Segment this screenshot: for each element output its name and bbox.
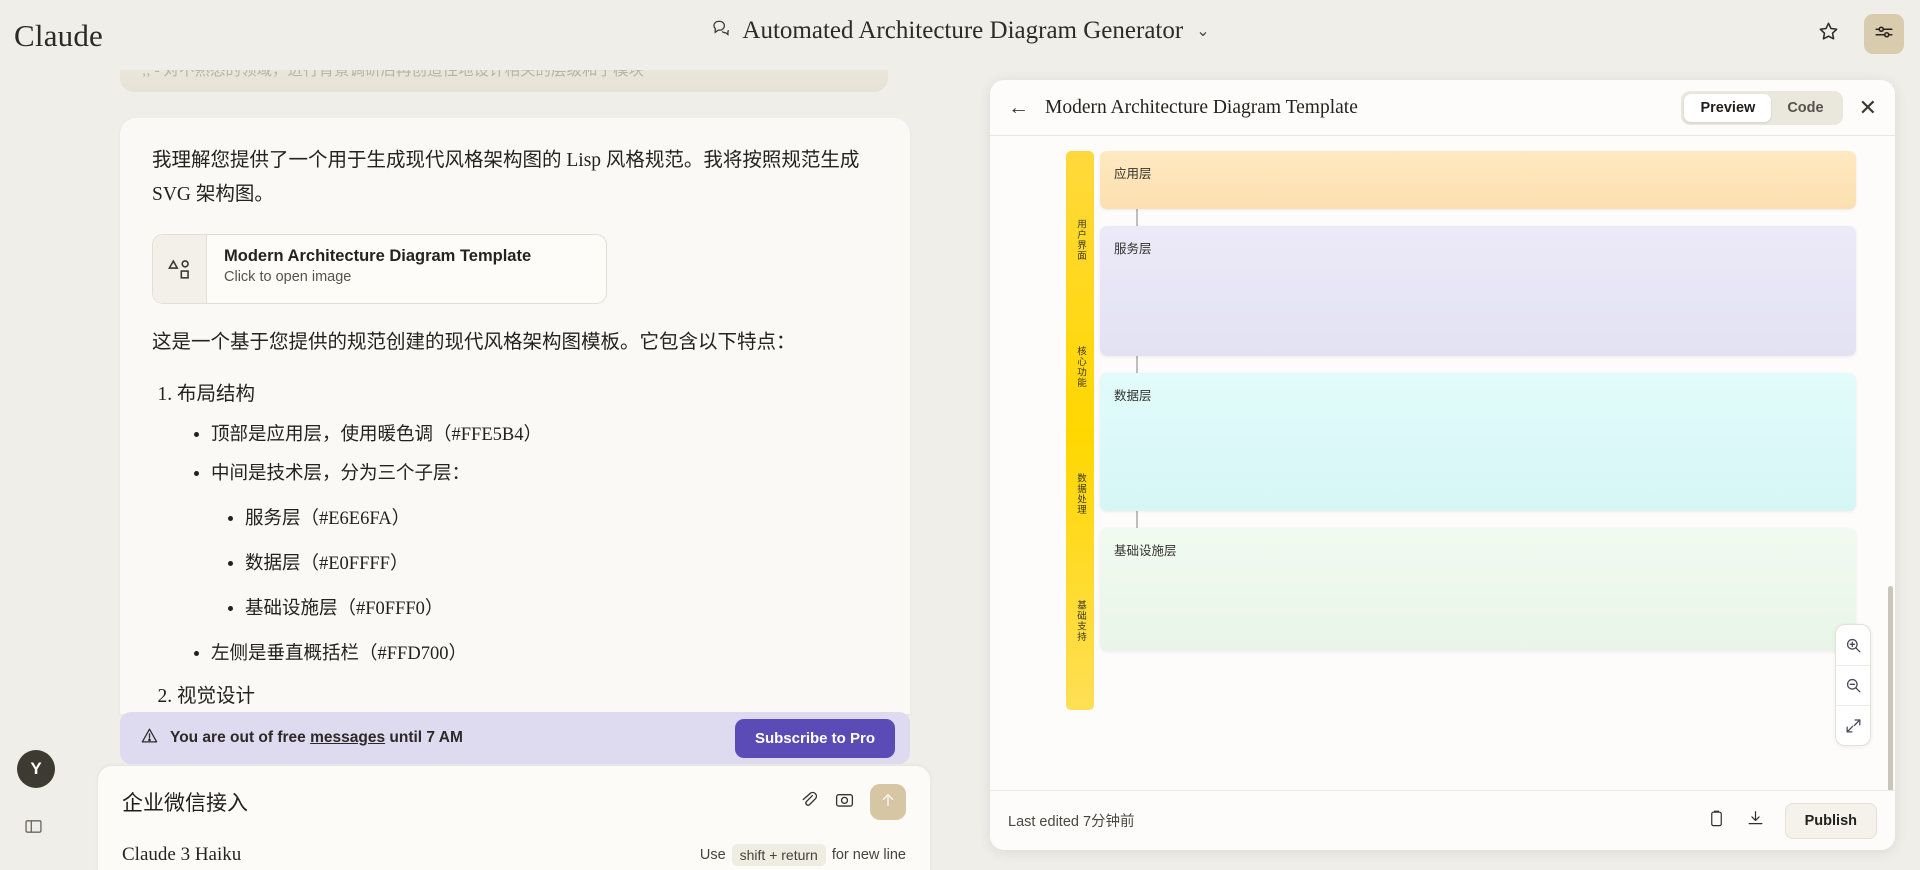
banner-text-after: until 7 AM [385,729,463,746]
message-composer[interactable]: 企业微信接入 Claude 3 Haiku Use shift + return… [98,766,930,870]
layer-label: 服务层 [1114,242,1152,256]
model-selector[interactable]: Claude 3 Haiku [122,844,241,866]
diagram-layers: 应用层 服务层 数据层 基础设施层 [1100,151,1856,710]
section-heading: 视觉设计 [177,686,256,707]
download-icon[interactable] [1746,809,1765,833]
avatar[interactable]: Y [17,750,55,788]
app-root: Claude Automated Architecture Diagram Ge… [0,0,1920,870]
assistant-message-card: 我理解您提供了一个用于生成现代风格架构图的 Lisp 风格规范。我将按照规范生成… [120,118,910,714]
list-item: 服务层（#E6E6FA） [245,505,878,533]
favorite-button[interactable] [1808,14,1848,54]
attachment-title: Modern Architecture Diagram Template [224,247,532,265]
camera-icon[interactable] [834,789,855,815]
diagram-layer-data: 数据层 [1100,373,1856,511]
conversation-column: ;; - 对不熟悉的领域，进行背景调研后再创造性地设计相关的层级和子模块 我理解… [0,0,985,870]
composer-actions [798,784,906,820]
top-right-actions [1808,14,1904,54]
composer-input-row: 企业微信接入 [122,784,906,820]
sidebar-toggle-icon[interactable] [23,816,44,842]
arrow-up-icon [879,791,897,814]
sub-sublist: 服务层（#E6E6FA） 数据层（#E0FFFF） 基础设施层（#F0FFF0） [211,505,878,623]
artifact-footer-actions: Publish [1707,802,1877,839]
assistant-lead-text: 这是一个基于您提供的规范创建的现代风格架构图模板。它包含以下特点： [152,332,796,353]
diagram-layer-infrastructure: 基础设施层 [1100,528,1856,651]
publish-button[interactable]: Publish [1784,802,1877,839]
layer-label: 基础设施层 [1114,544,1177,558]
close-icon[interactable]: ✕ [1859,95,1877,121]
diagram-layer-application: 应用层 [1100,151,1856,209]
expand-icon[interactable] [1836,705,1870,745]
artifact-attachment-card[interactable]: Modern Architecture Diagram Template Cli… [152,234,607,304]
diagram-wrapper: 用户界面 核心功能 数据处理 基础支持 应用层 服务层 数据层 基础设施层 [1066,151,1856,710]
chevron-down-icon: ⌄ [1196,23,1210,40]
tab-preview[interactable]: Preview [1684,93,1772,122]
banner-text-before: You are out of free [170,729,311,746]
sidebar-label: 核心功能 [1075,346,1086,389]
tab-code[interactable]: Code [1771,94,1839,122]
list-item: 中间是技术层，分为三个子层： 服务层（#E6E6FA） 数据层（#E0FFFF）… [211,460,878,623]
newline-hint: Use shift + return for new line [700,844,906,866]
sliders-icon [1873,21,1895,48]
section-heading: 布局结构 [177,384,256,405]
shapes-icon [153,235,207,303]
assistant-intro-text: 我理解您提供了一个用于生成现代风格架构图的 Lisp 风格规范。我将按照规范生成… [152,150,860,205]
hint-before: Use [699,847,726,863]
sidebar-label: 数据处理 [1075,472,1086,515]
warning-triangle-icon [140,726,159,750]
star-icon [1817,20,1840,48]
conversation-title[interactable]: Automated Architecture Diagram Generator… [710,17,1210,45]
composer-footer-row: Claude 3 Haiku Use shift + return for ne… [122,844,906,866]
zoom-out-icon[interactable] [1836,665,1870,705]
hint-after: for new line [831,847,906,863]
architecture-diagram: 用户界面 核心功能 数据处理 基础支持 应用层 服务层 数据层 基础设施层 [1066,151,1856,710]
subscribe-to-pro-button[interactable]: Subscribe to Pro [734,718,895,758]
diagram-layer-service: 服务层 [1100,226,1856,356]
view-mode-toggle: Preview Code [1681,90,1843,125]
list-item: 视觉设计 使用渐变效果增加层次感 添加轻微阴影提升现代感 [177,682,878,714]
feature-list: 布局结构 顶部是应用层，使用暖色调（#FFE5B4） 中间是技术层，分为三个子层… [152,380,878,714]
clipboard-icon[interactable] [1707,809,1726,833]
artifact-panel: ← Modern Architecture Diagram Template P… [990,80,1895,850]
layer-connector [1136,209,1138,226]
artifact-header: ← Modern Architecture Diagram Template P… [990,80,1895,136]
list-item: 布局结构 顶部是应用层，使用暖色调（#FFE5B4） 中间是技术层，分为三个子层… [177,380,878,668]
diagram-sidebar-bar: 用户界面 核心功能 数据处理 基础支持 [1066,151,1094,710]
layer-label: 数据层 [1114,389,1152,403]
shortcut-key: shift + return [731,844,826,866]
preview-scrollbar[interactable] [1888,586,1893,790]
layer-label: 应用层 [1114,167,1152,181]
artifact-title: Modern Architecture Diagram Template [1045,96,1358,118]
banner-link[interactable]: messages [310,729,385,746]
sublist: 顶部是应用层，使用暖色调（#FFE5B4） 中间是技术层，分为三个子层： 服务层… [177,421,878,668]
top-bar: Claude Automated Architecture Diagram Ge… [0,0,1920,70]
message-input[interactable]: 企业微信接入 [122,787,248,817]
list-item: 基础设施层（#F0FFF0） [245,595,878,623]
out-of-messages-banner: You are out of free messages until 7 AM … [120,712,910,764]
sublist-label: 中间是技术层，分为三个子层： [211,464,471,484]
list-item: 顶部是应用层，使用暖色调（#FFE5B4） [211,421,878,449]
sidebar-label: 基础支持 [1075,599,1086,642]
sidebar-label: 用户界面 [1075,219,1086,262]
attachment-subtitle: Click to open image [224,269,352,285]
zoom-controls [1835,624,1871,746]
settings-button[interactable] [1864,14,1904,54]
list-item: 数据层（#E0FFFF） [245,550,878,578]
send-button[interactable] [870,784,906,820]
chat-bubble-icon [710,17,731,45]
artifact-preview-body: 用户界面 核心功能 数据处理 基础支持 应用层 服务层 数据层 基础设施层 [990,136,1895,790]
conversation-title-text: Automated Architecture Diagram Generator [742,17,1184,44]
paperclip-icon[interactable] [798,789,819,815]
layer-connector [1136,356,1138,373]
artifact-footer: Last edited 7分钟前 Publish [990,790,1895,850]
layer-connector [1136,511,1138,528]
zoom-in-icon[interactable] [1836,625,1870,665]
list-item: 左侧是垂直概括栏（#FFD700） [211,640,878,668]
last-edited-text: Last edited 7分钟前 [1008,814,1135,830]
arrow-left-icon[interactable]: ← [1008,96,1029,120]
claude-logo[interactable]: Claude [14,18,103,54]
banner-text: You are out of free messages until 7 AM [170,729,463,747]
